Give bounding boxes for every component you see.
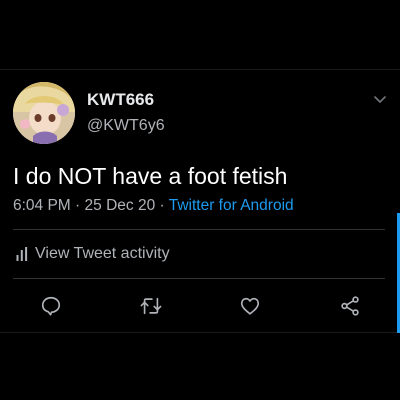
divider xyxy=(13,229,385,230)
view-activity-button[interactable]: View Tweet activity xyxy=(16,244,170,264)
meta-separator: · xyxy=(159,197,165,214)
avatar-image xyxy=(13,82,75,144)
meta-separator: · xyxy=(75,197,81,214)
action-bar xyxy=(0,293,400,319)
avatar[interactable] xyxy=(13,82,75,144)
retweet-button[interactable] xyxy=(138,293,164,319)
divider xyxy=(13,278,385,279)
tweet-date: 25 Dec 20 xyxy=(84,197,156,214)
chevron-down-icon[interactable] xyxy=(372,93,388,105)
tweet-text: I do NOT have a foot fetish xyxy=(13,163,288,189)
tweet-source[interactable]: Twitter for Android xyxy=(169,197,294,214)
tweet-meta: 6:04 PM · 25 Dec 20 · Twitter for Androi… xyxy=(13,196,294,216)
reply-button[interactable] xyxy=(38,293,64,319)
heart-icon xyxy=(240,297,260,315)
share-button[interactable] xyxy=(337,293,363,319)
tweet-time: 6:04 PM xyxy=(13,197,71,214)
bar-chart-icon xyxy=(16,247,28,261)
speech-bubble-icon xyxy=(41,296,61,316)
share-nodes-icon xyxy=(341,296,359,316)
display-name[interactable]: KWT666 xyxy=(87,90,154,110)
view-activity-label: View Tweet activity xyxy=(35,245,170,262)
retweet-arrows-icon xyxy=(140,297,162,315)
like-button[interactable] xyxy=(237,293,263,319)
user-handle[interactable]: @KWT6y6 xyxy=(87,116,165,136)
screen: KWT666 @KWT6y6 I do NOT have a foot feti… xyxy=(0,0,400,400)
